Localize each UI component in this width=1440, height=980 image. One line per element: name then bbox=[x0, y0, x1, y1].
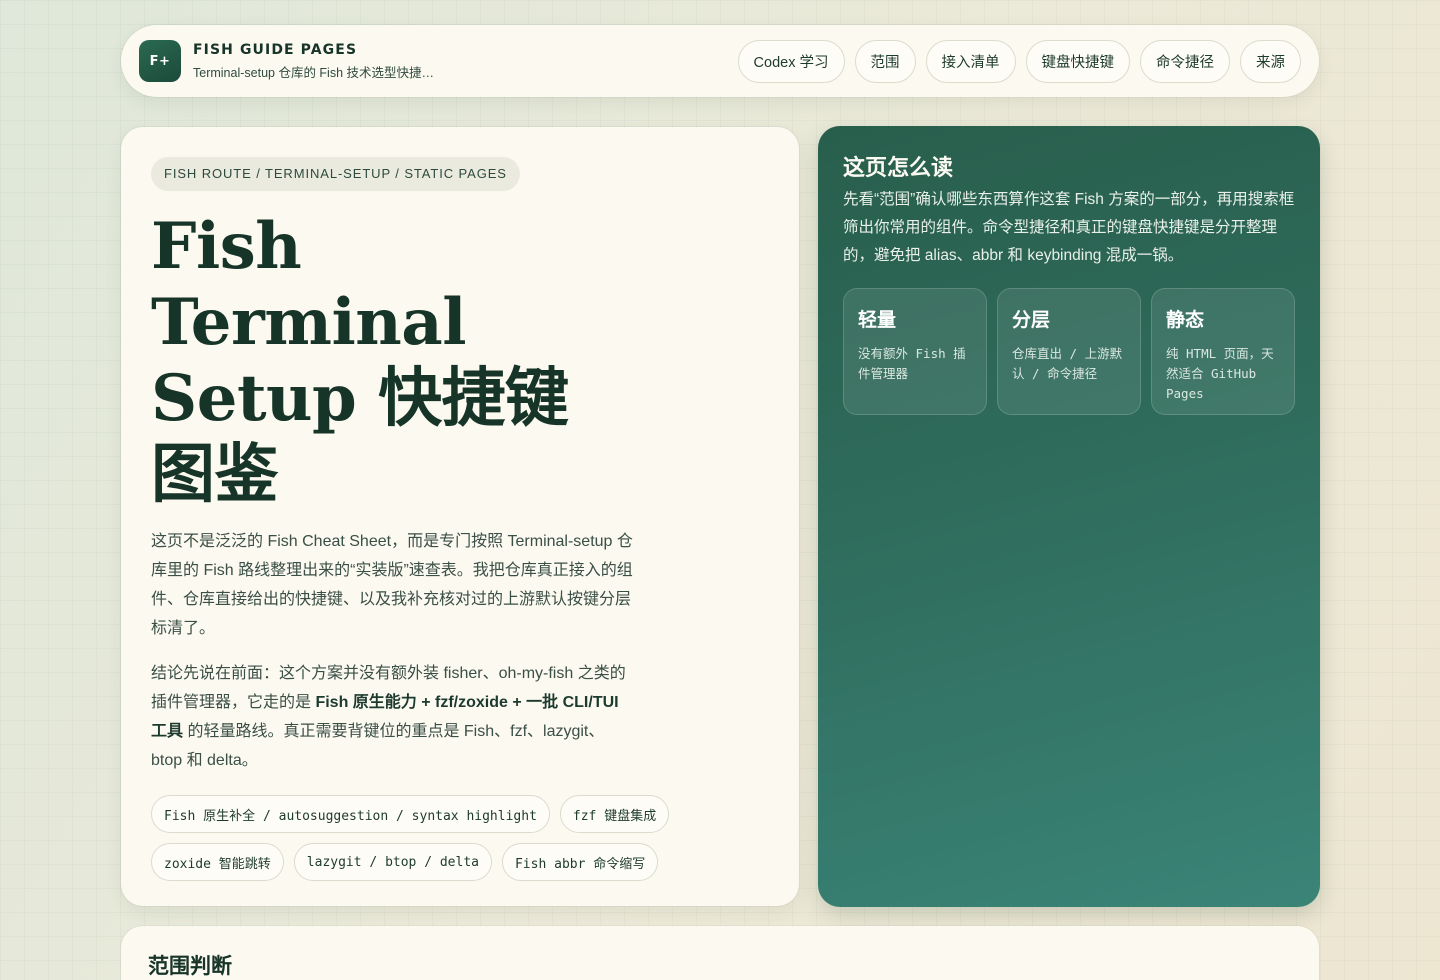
top-nav-bar: F+ FISH GUIDE PAGES Terminal-setup 仓库的 F… bbox=[121, 25, 1319, 97]
nav-link-checklist[interactable]: 接入清单 bbox=[925, 39, 1016, 83]
eyebrow-badge: FISH ROUTE / TERMINAL-SETUP / STATIC PAG… bbox=[151, 157, 520, 191]
tag-fzf[interactable]: fzf 键盘集成 bbox=[559, 795, 670, 833]
guide-title: 这页怎么读 bbox=[843, 155, 954, 181]
how-to-read-card: 这页怎么读 先看“范围”确认哪些东西算作这套 Fish 方案的一部分，再用搜索框… bbox=[818, 126, 1320, 907]
feature-card-desc: 仓库直出 / 上游默认 / 命令捷径 bbox=[1012, 346, 1123, 381]
feature-card-static: 静态 纯 HTML 页面，天然适合 GitHub Pages bbox=[1151, 288, 1295, 415]
tag-zoxide[interactable]: zoxide 智能跳转 bbox=[151, 843, 284, 881]
tag-lazygit-btop-delta[interactable]: lazygit / btop / delta bbox=[293, 843, 492, 881]
hero-card: FISH ROUTE / TERMINAL-SETUP / STATIC PAG… bbox=[121, 127, 799, 906]
nav-link-codex[interactable]: Codex 学习 bbox=[737, 39, 845, 83]
title-line: Fish bbox=[151, 209, 302, 284]
intro-paragraph: 这页不是泛泛的 Fish Cheat Sheet，而是专门按照 Terminal… bbox=[151, 533, 633, 637]
feature-card-layered: 分层 仓库直出 / 上游默认 / 命令捷径 bbox=[997, 288, 1141, 415]
nav-link-scope[interactable]: 范围 bbox=[854, 39, 916, 83]
title-line: Terminal bbox=[151, 285, 467, 360]
conclusion-text: 的轻量路线。真正需要背键位的重点是 Fish、fzf、lazygit、btop … bbox=[151, 723, 605, 769]
guide-text: 先看“范围”确认哪些东西算作这套 Fish 方案的一部分，再用搜索框筛出你常用的… bbox=[843, 191, 1295, 264]
tag-fish-abbr[interactable]: Fish abbr 命令缩写 bbox=[501, 843, 659, 881]
conclusion-paragraph: 结论先说在前面：这个方案并没有额外装 fisher、oh-my-fish 之类的… bbox=[151, 659, 633, 775]
feature-cards: 轻量 没有额外 Fish 插件管理器 分层 仓库直出 / 上游默认 / 命令捷径… bbox=[843, 288, 1295, 415]
component-tags: Fish 原生补全 / autosuggestion / syntax high… bbox=[151, 795, 691, 881]
feature-card-title: 轻量 bbox=[858, 310, 897, 331]
nav-links: Codex 学习 范围 接入清单 键盘快捷键 命令捷径 来源 bbox=[737, 39, 1301, 83]
site-subtitle: Terminal-setup 仓库的 Fish 技术选型快捷… bbox=[193, 65, 435, 80]
logo-icon[interactable]: F+ bbox=[139, 40, 181, 82]
scope-section: 范围判断 bbox=[121, 926, 1319, 980]
feature-card-title: 分层 bbox=[1012, 310, 1051, 331]
page-title: Fish Terminal Setup 快捷键 图鉴 bbox=[151, 209, 621, 513]
tag-fish-native[interactable]: Fish 原生补全 / autosuggestion / syntax high… bbox=[151, 795, 550, 833]
nav-link-sources[interactable]: 来源 bbox=[1240, 39, 1301, 83]
title-line: Setup 快捷键 bbox=[151, 361, 569, 436]
feature-card-desc: 纯 HTML 页面，天然适合 GitHub Pages bbox=[1166, 346, 1274, 401]
nav-link-command-shortcuts[interactable]: 命令捷径 bbox=[1140, 39, 1230, 83]
brand: FISH GUIDE PAGES Terminal-setup 仓库的 Fish… bbox=[193, 42, 434, 81]
section-title: 范围判断 bbox=[148, 953, 232, 978]
nav-link-keyboard-shortcuts[interactable]: 键盘快捷键 bbox=[1025, 39, 1130, 83]
feature-card-title: 静态 bbox=[1166, 310, 1205, 331]
feature-card-lightweight: 轻量 没有额外 Fish 插件管理器 bbox=[843, 288, 987, 415]
title-line: 图鉴 bbox=[151, 437, 279, 512]
feature-card-desc: 没有额外 Fish 插件管理器 bbox=[858, 346, 966, 381]
site-title: FISH GUIDE PAGES bbox=[193, 41, 358, 58]
